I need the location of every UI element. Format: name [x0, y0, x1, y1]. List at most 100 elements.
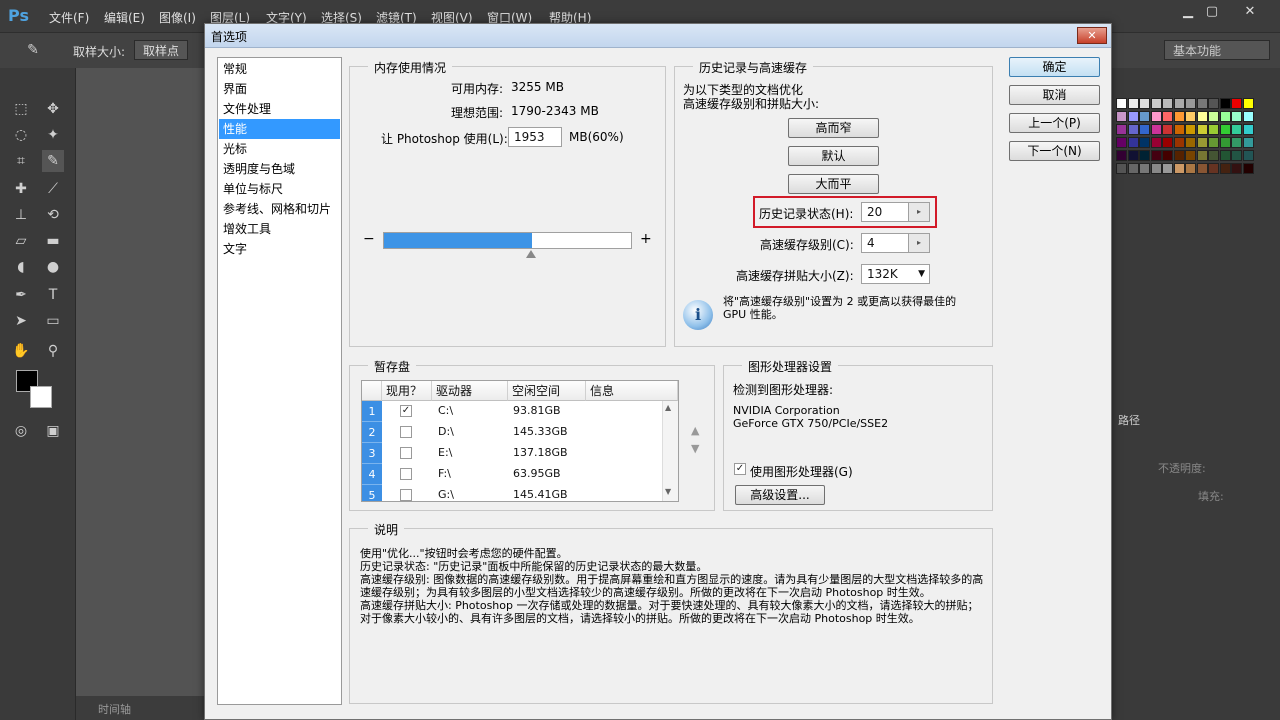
tile-size-select[interactable]: 132K ▼: [861, 264, 930, 284]
nav-item-guides[interactable]: 参考线、网格和切片: [219, 199, 340, 219]
color-swatch[interactable]: [1173, 163, 1185, 174]
color-swatch[interactable]: [1185, 111, 1196, 122]
table-row[interactable]: 5 G:\ 145.41GB: [362, 485, 662, 501]
scroll-up-icon[interactable]: ▲: [665, 403, 671, 412]
screen-mode-icon[interactable]: ▣: [42, 420, 64, 442]
color-swatch[interactable]: [1208, 137, 1219, 148]
color-swatch[interactable]: [1185, 137, 1196, 148]
color-swatch[interactable]: [1162, 163, 1173, 174]
color-swatch[interactable]: [1196, 163, 1208, 174]
color-swatch[interactable]: [1219, 150, 1231, 161]
cache-levels-stepper-icon[interactable]: ▸: [908, 233, 930, 253]
use-gpu-label[interactable]: 使用图形处理器(G): [750, 463, 853, 480]
pen-tool-icon[interactable]: ✒: [10, 284, 32, 306]
active-checkbox[interactable]: [400, 426, 412, 438]
brush-tool-icon[interactable]: ⟋: [42, 178, 64, 200]
minimize-icon[interactable]: ▁: [1176, 4, 1200, 22]
move-tool-icon[interactable]: ✥: [42, 98, 64, 120]
color-swatch[interactable]: [1219, 98, 1231, 109]
color-swatch[interactable]: [1219, 124, 1231, 135]
memory-use-input[interactable]: 1953: [508, 127, 562, 147]
color-swatch[interactable]: [1139, 98, 1150, 109]
color-swatch[interactable]: [1116, 137, 1127, 148]
color-swatch[interactable]: [1150, 124, 1162, 135]
color-swatch[interactable]: [1116, 111, 1127, 122]
memory-increase-icon[interactable]: +: [640, 231, 652, 247]
nav-item-units[interactable]: 单位与标尺: [219, 179, 340, 199]
default-button[interactable]: 默认: [788, 146, 879, 166]
color-swatch[interactable]: [1208, 124, 1219, 135]
nav-item-general[interactable]: 常规: [219, 59, 340, 79]
nav-item-plugins[interactable]: 增效工具: [219, 219, 340, 239]
workspace-select[interactable]: 基本功能: [1164, 40, 1270, 60]
eyedropper-tool-icon[interactable]: ✎: [42, 150, 64, 172]
color-swatch[interactable]: [1231, 98, 1242, 109]
color-swatch[interactable]: [1173, 137, 1185, 148]
color-swatch[interactable]: [1116, 98, 1127, 109]
color-swatch[interactable]: [1162, 98, 1173, 109]
memory-slider[interactable]: [383, 232, 632, 249]
use-gpu-checkbox[interactable]: ✓: [734, 463, 746, 475]
table-scrollbar[interactable]: ▲ ▼: [662, 401, 678, 501]
color-swatch[interactable]: [1127, 137, 1139, 148]
nav-item-type[interactable]: 文字: [219, 239, 340, 259]
color-swatch[interactable]: [1231, 124, 1242, 135]
color-swatch[interactable]: [1196, 150, 1208, 161]
nav-item-cursors[interactable]: 光标: [219, 139, 340, 159]
path-select-icon[interactable]: ➤: [10, 310, 32, 332]
nav-item-performance[interactable]: 性能: [219, 119, 340, 139]
color-swatch[interactable]: [1196, 124, 1208, 135]
background-color-swatch[interactable]: [30, 386, 52, 408]
color-swatch[interactable]: [1127, 124, 1139, 135]
active-checkbox[interactable]: [400, 468, 412, 480]
active-checkbox[interactable]: [400, 447, 412, 459]
move-up-icon[interactable]: ▲: [691, 424, 699, 437]
color-swatch[interactable]: [1242, 111, 1254, 122]
active-checkbox[interactable]: ✓: [400, 405, 412, 417]
color-swatch[interactable]: [1150, 137, 1162, 148]
color-swatch[interactable]: [1196, 111, 1208, 122]
color-swatch[interactable]: [1242, 163, 1254, 174]
color-swatch[interactable]: [1173, 111, 1185, 122]
blur-tool-icon[interactable]: ◖: [10, 256, 32, 278]
eraser-tool-icon[interactable]: ▱: [10, 230, 32, 252]
color-swatch[interactable]: [1173, 124, 1185, 135]
color-swatch[interactable]: [1127, 150, 1139, 161]
color-swatch[interactable]: [1185, 98, 1196, 109]
color-swatch[interactable]: [1242, 150, 1254, 161]
lasso-tool-icon[interactable]: ◌: [10, 124, 32, 146]
crop-tool-icon[interactable]: ⌗: [10, 150, 32, 172]
color-swatch[interactable]: [1162, 111, 1173, 122]
cache-levels-input[interactable]: 4: [861, 233, 909, 253]
timeline-tab[interactable]: 时间轴: [98, 701, 131, 717]
advanced-settings-button[interactable]: 高级设置...: [735, 485, 825, 505]
menu-file[interactable]: 文件(F): [49, 9, 89, 26]
cancel-button[interactable]: 取消: [1009, 85, 1100, 105]
next-button[interactable]: 下一个(N): [1009, 141, 1100, 161]
memory-slider-thumb[interactable]: [526, 250, 537, 258]
history-states-stepper-icon[interactable]: ▸: [908, 202, 930, 222]
color-swatch[interactable]: [1116, 150, 1127, 161]
magic-wand-icon[interactable]: ✦: [42, 124, 64, 146]
color-swatch[interactable]: [1242, 124, 1254, 135]
move-down-icon[interactable]: ▼: [691, 442, 699, 455]
dodge-tool-icon[interactable]: ●: [42, 256, 64, 278]
scroll-down-icon[interactable]: ▼: [665, 487, 671, 496]
eyedropper-icon[interactable]: ✎: [22, 39, 44, 61]
color-swatch[interactable]: [1185, 150, 1196, 161]
color-swatch[interactable]: [1127, 111, 1139, 122]
quick-mask-icon[interactable]: ◎: [10, 420, 32, 442]
shape-tool-icon[interactable]: ▭: [42, 310, 64, 332]
color-swatch[interactable]: [1150, 111, 1162, 122]
sample-size-select[interactable]: 取样点: [134, 40, 189, 60]
history-brush-icon[interactable]: ⟲: [42, 204, 64, 226]
paths-tab[interactable]: 路径: [1118, 412, 1140, 428]
zoom-tool-icon[interactable]: ⚲: [42, 340, 64, 362]
tall-thin-button[interactable]: 高而窄: [788, 118, 879, 138]
color-swatch[interactable]: [1208, 98, 1219, 109]
color-swatch[interactable]: [1219, 137, 1231, 148]
color-swatch[interactable]: [1139, 124, 1150, 135]
color-swatch[interactable]: [1173, 98, 1185, 109]
ok-button[interactable]: 确定: [1009, 57, 1100, 77]
table-row[interactable]: 1 ✓ C:\ 93.81GB: [362, 401, 662, 422]
